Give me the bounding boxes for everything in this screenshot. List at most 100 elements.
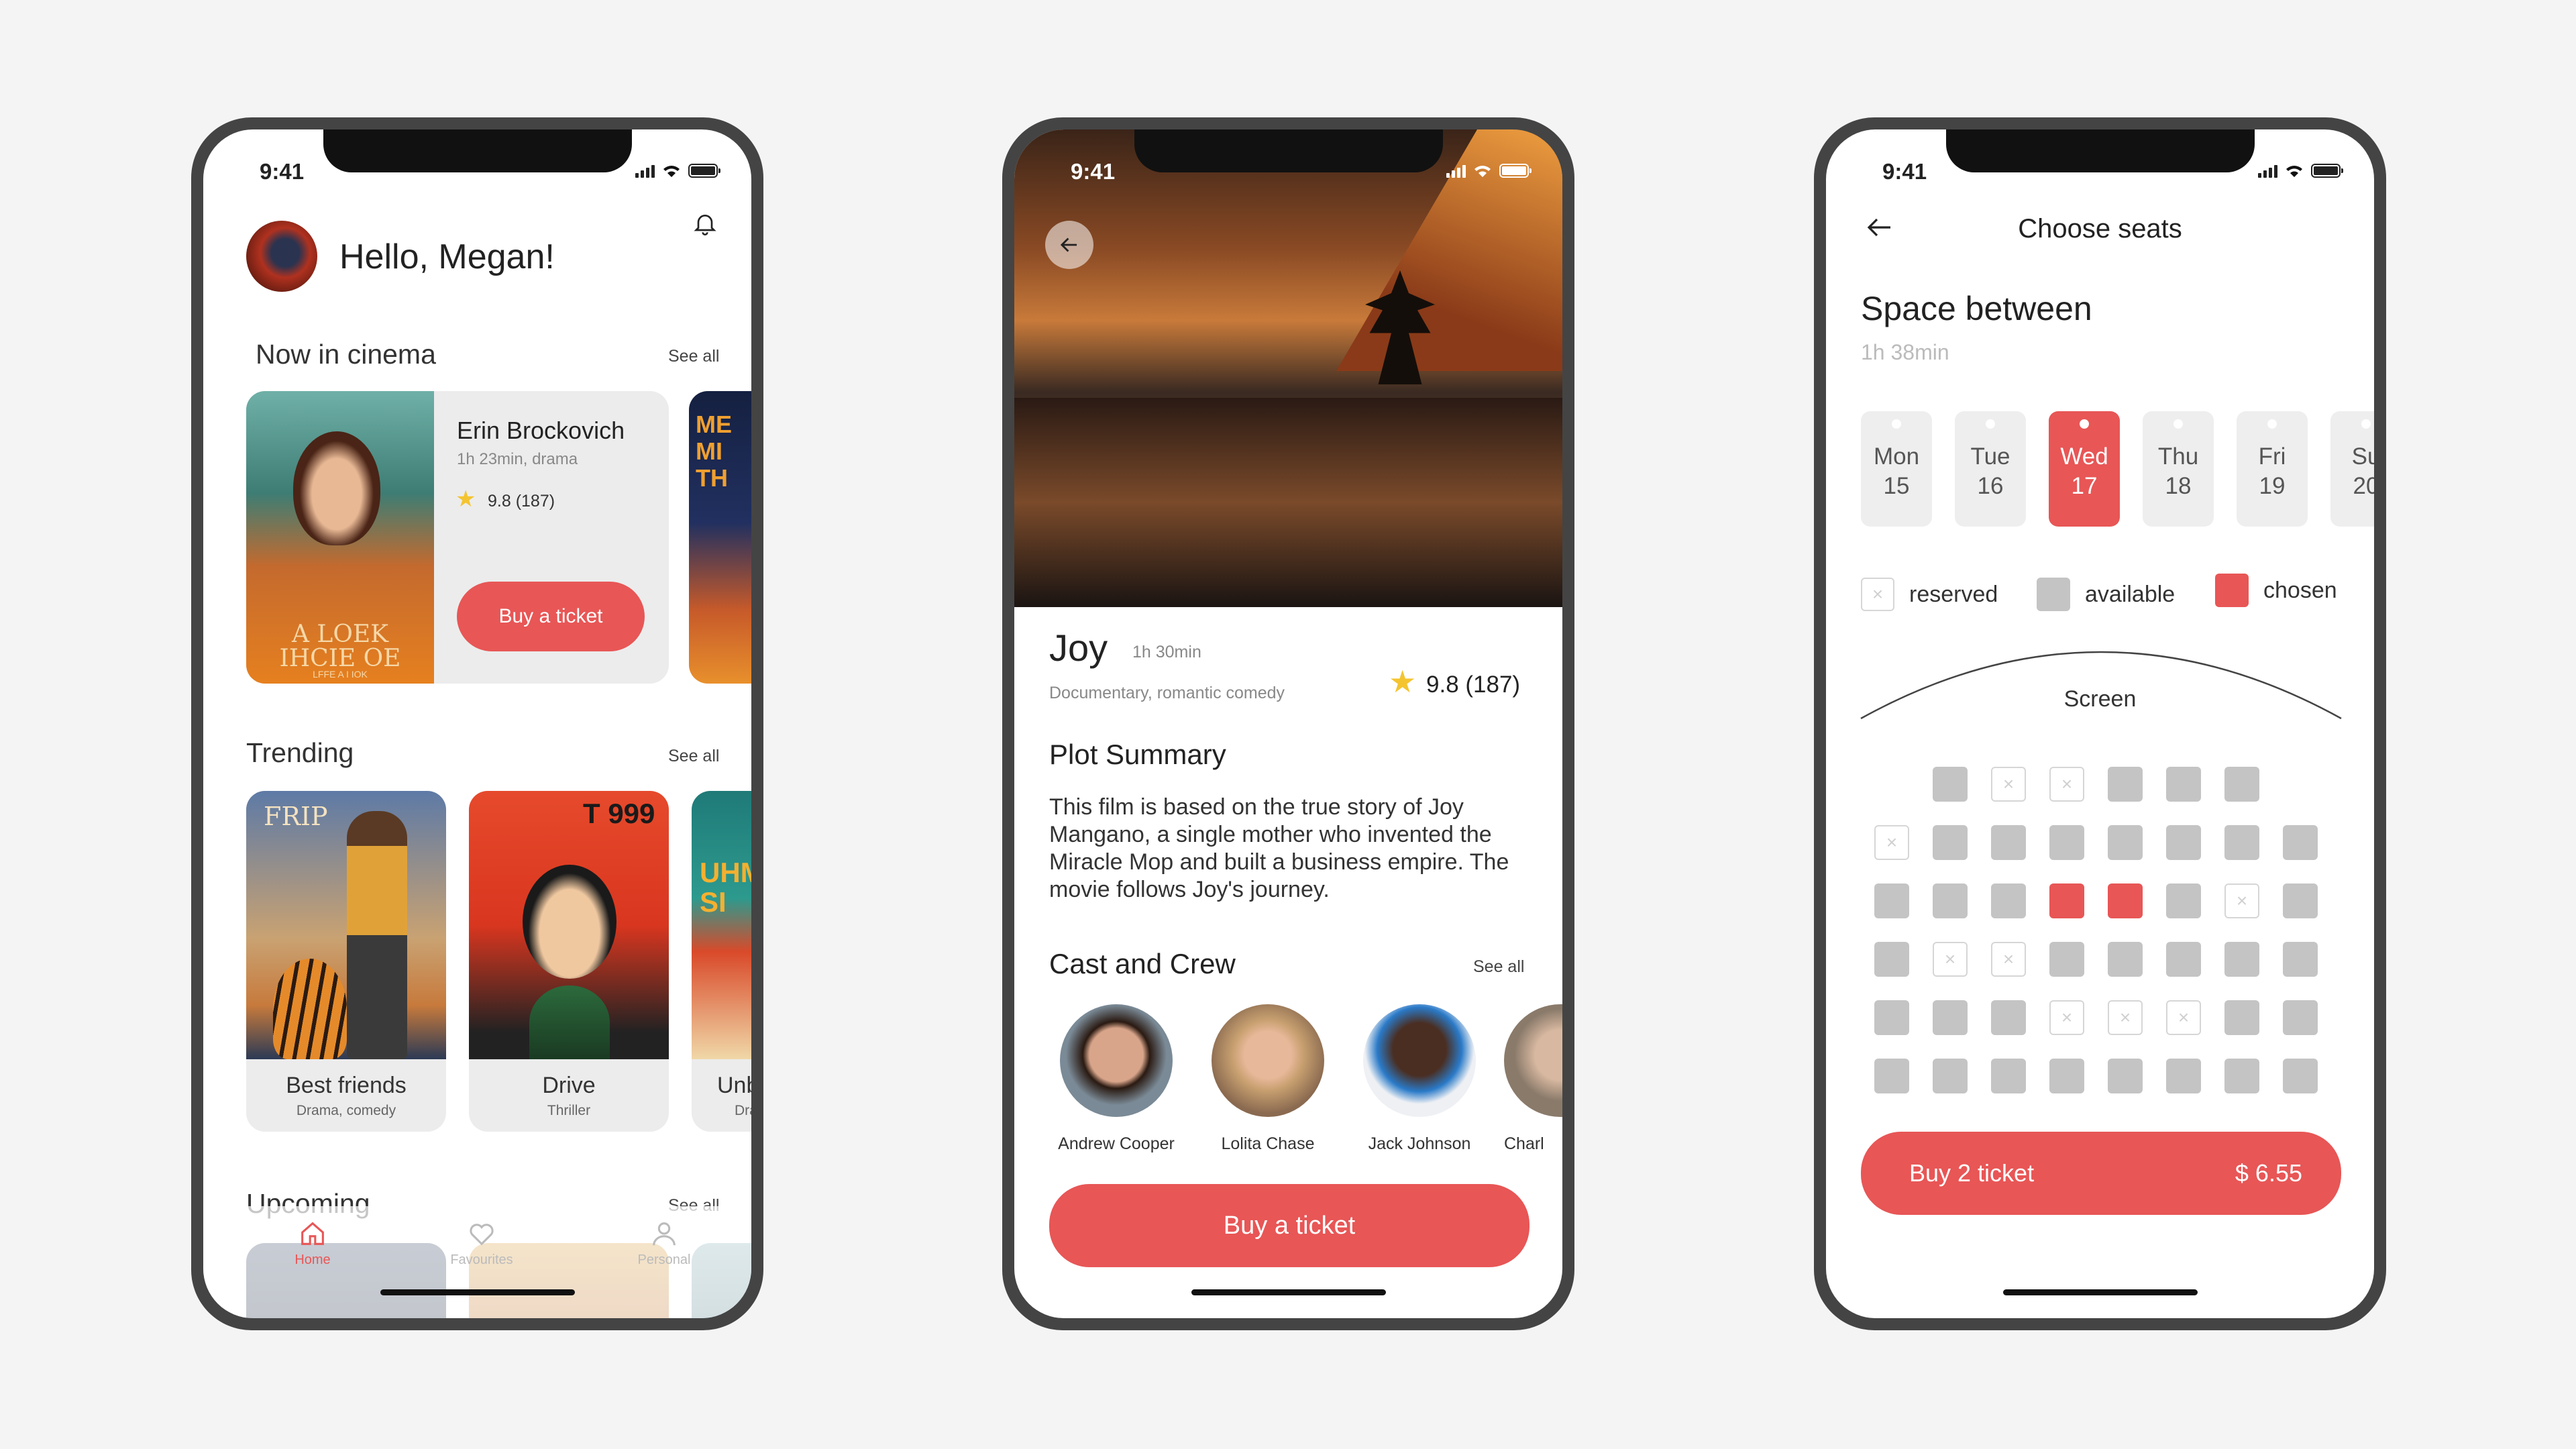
- cast-avatar: [1363, 1004, 1476, 1117]
- seat-available[interactable]: [1933, 883, 1968, 918]
- bell-icon[interactable]: [692, 210, 718, 237]
- wifi-icon: [1474, 166, 1491, 177]
- seat-available[interactable]: [1991, 1000, 2026, 1035]
- cast-name: Lolita Chase: [1221, 1134, 1315, 1153]
- poster-tiger: [273, 959, 347, 1059]
- wifi-icon: [2286, 166, 2302, 177]
- seat-available[interactable]: [2224, 825, 2259, 860]
- tab-home[interactable]: Home: [262, 1218, 363, 1268]
- poster-title-art: A LOEK IHCIE OE: [279, 621, 401, 672]
- seat-available[interactable]: [2166, 825, 2201, 860]
- day-name: Wed: [2060, 443, 2108, 470]
- seat-available[interactable]: [2166, 942, 2201, 977]
- seat-available[interactable]: [2108, 825, 2143, 860]
- cast-name: Jack Johnson: [1368, 1134, 1471, 1153]
- buy-ticket-button[interactable]: Buy a ticket: [457, 582, 645, 651]
- seat-available[interactable]: [1991, 883, 2026, 918]
- signal-icon: [2258, 165, 2277, 178]
- seat-available[interactable]: [1991, 825, 2026, 860]
- day-name: Thu: [2157, 443, 2199, 470]
- day-option[interactable]: Wed 17: [2049, 411, 2120, 527]
- seat-available[interactable]: [1933, 1000, 1968, 1035]
- seat-available[interactable]: [2049, 942, 2084, 977]
- seat-available[interactable]: [2283, 1000, 2318, 1035]
- day-option[interactable]: Tue 16: [1955, 411, 2026, 527]
- cast-member[interactable]: Charl: [1504, 1004, 1562, 1154]
- trending-genre: Thriller: [547, 1103, 591, 1118]
- seat-available[interactable]: [2224, 942, 2259, 977]
- trending-poster: T 999: [469, 791, 669, 1059]
- seat-available[interactable]: [2224, 1000, 2259, 1035]
- cast-avatar: [1504, 1004, 1562, 1117]
- seat-chosen[interactable]: [2108, 883, 2143, 918]
- buy-tickets-button[interactable]: Buy 2 ticket $ 6.55: [1861, 1132, 2341, 1215]
- poster-sub-art: LFFE A I IOK: [313, 669, 368, 680]
- day-indicator-dot: [2267, 419, 2277, 429]
- seat-available[interactable]: [1874, 1000, 1909, 1035]
- trending-card[interactable]: T 999 Drive Thriller: [469, 791, 669, 1132]
- day-option[interactable]: Mon 15: [1861, 411, 1932, 527]
- status-time: 9:41: [260, 159, 305, 184]
- buy-button-label: Buy 2 ticket: [1909, 1159, 2035, 1187]
- see-all-now-in-cinema[interactable]: See all: [668, 347, 719, 366]
- featured-movie-card[interactable]: A LOEK IHCIE OE LFFE A I IOK Erin Brocko…: [246, 391, 669, 684]
- cast-member[interactable]: Lolita Chase: [1201, 1004, 1335, 1154]
- seat-available[interactable]: [2108, 942, 2143, 977]
- hero-reflection: [1014, 398, 1562, 607]
- seat-available[interactable]: [2283, 1059, 2318, 1093]
- seat-available[interactable]: [2283, 883, 2318, 918]
- seat-available[interactable]: [2166, 883, 2201, 918]
- seat-available[interactable]: [2224, 767, 2259, 802]
- buy-ticket-button[interactable]: Buy a ticket: [1049, 1184, 1529, 1267]
- day-indicator-dot: [2361, 419, 2371, 429]
- tab-favourites[interactable]: Favourites: [431, 1218, 532, 1268]
- seat-available[interactable]: [2108, 1059, 2143, 1093]
- tab-label: Favourites: [450, 1252, 513, 1267]
- seat-available[interactable]: [2049, 1059, 2084, 1093]
- legend-available: available: [2037, 578, 2175, 611]
- day-option[interactable]: Thu 18: [2143, 411, 2214, 527]
- seat-available[interactable]: [2108, 767, 2143, 802]
- see-all-trending[interactable]: See all: [668, 747, 719, 766]
- seat-available[interactable]: [2224, 1059, 2259, 1093]
- day-date: 20: [2353, 473, 2374, 499]
- seat-available[interactable]: [1933, 1059, 1968, 1093]
- trending-genre: Drama, comedy: [296, 1103, 396, 1118]
- day-option[interactable]: Su 20: [2330, 411, 2374, 527]
- trending-title: Unb: [717, 1073, 751, 1098]
- home-indicator: [2002, 1289, 2198, 1295]
- trending-card[interactable]: FRIP Best friends Drama, comedy: [246, 791, 446, 1132]
- day-name: Fri: [2258, 443, 2286, 470]
- seat-available[interactable]: [1874, 883, 1909, 918]
- arrow-left-icon: [1060, 237, 1077, 252]
- screen-label: Screen: [2063, 686, 2137, 712]
- next-movie-poster[interactable]: ME MI TH: [689, 391, 751, 684]
- poster-figure: [347, 811, 407, 1059]
- seat-reserved: ×: [1933, 942, 1968, 977]
- tab-personal[interactable]: Personal: [614, 1218, 714, 1268]
- greeting: Hello, Megan!: [339, 237, 555, 276]
- seat-available[interactable]: [2283, 942, 2318, 977]
- cast-member[interactable]: Jack Johnson: [1352, 1004, 1487, 1154]
- seat-available[interactable]: [1874, 942, 1909, 977]
- seat-available[interactable]: [2166, 1059, 2201, 1093]
- seat-available[interactable]: [1933, 825, 1968, 860]
- day-indicator-dot: [1892, 419, 1901, 429]
- seat-available[interactable]: [1991, 1059, 2026, 1093]
- avatar[interactable]: [246, 221, 317, 292]
- see-all-cast[interactable]: See all: [1473, 957, 1524, 977]
- day-option[interactable]: Fri 19: [2237, 411, 2308, 527]
- cast-member[interactable]: Andrew Cooper: [1049, 1004, 1183, 1154]
- seat-available[interactable]: [2283, 825, 2318, 860]
- next-poster-art: ME MI TH: [696, 411, 732, 492]
- seat-chosen[interactable]: [2049, 883, 2084, 918]
- trending-genre: Dra: [735, 1103, 751, 1118]
- trending-card[interactable]: UHME SI Unb Dra: [692, 791, 751, 1132]
- seat-available[interactable]: [1874, 1059, 1909, 1093]
- legend-label: reserved: [1909, 581, 1998, 607]
- seat-available[interactable]: [2049, 825, 2084, 860]
- seat-available[interactable]: [2166, 767, 2201, 802]
- cast-title: Cast and Crew: [1049, 948, 1236, 979]
- back-button[interactable]: [1045, 221, 1093, 269]
- seat-available[interactable]: [1933, 767, 1968, 802]
